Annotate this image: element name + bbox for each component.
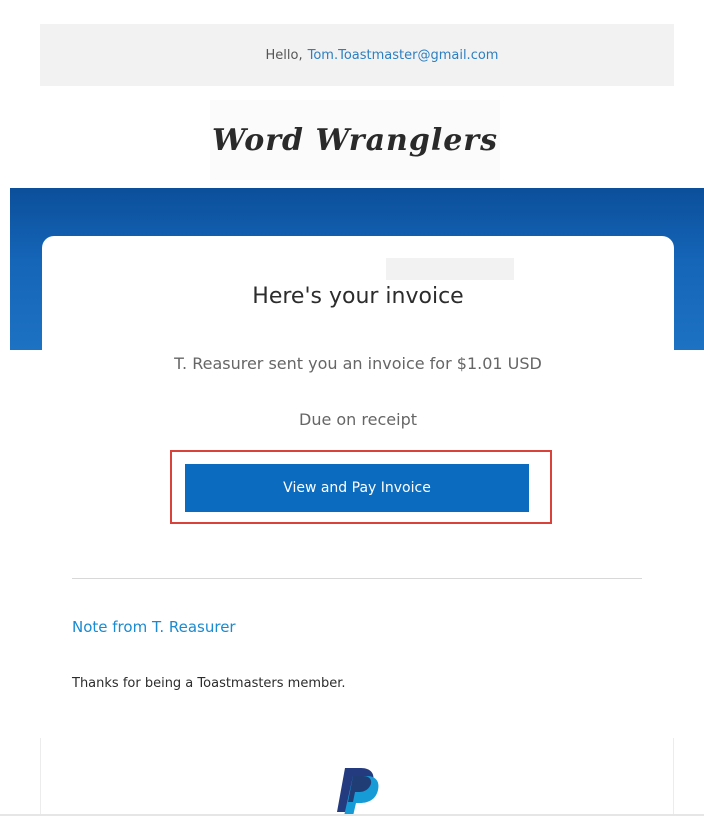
- invoice-summary: T. Reasurer sent you an invoice for $1.0…: [174, 354, 542, 373]
- greeting: Hello, Tom.Toastmaster@gmail.com: [40, 24, 674, 86]
- invoice-due: Due on receipt: [299, 410, 417, 429]
- greeting-prefix: Hello,: [265, 47, 303, 63]
- recipient-email-link[interactable]: Tom.Toastmaster@gmail.com: [308, 48, 499, 63]
- top-strip: [0, 0, 704, 8]
- brand-logo: Word Wranglers: [210, 100, 500, 180]
- redacted-bar: [386, 258, 514, 280]
- note-body: Thanks for being a Toastmasters member.: [72, 676, 346, 691]
- view-and-pay-invoice-button[interactable]: View and Pay Invoice: [185, 464, 529, 512]
- email-footer: [40, 738, 674, 816]
- note-heading: Note from T. Reasurer: [72, 618, 236, 636]
- invoice-title: Here's your invoice: [252, 284, 464, 309]
- email-header-bar: Hello, Tom.Toastmaster@gmail.com: [40, 24, 674, 86]
- brand-logo-text: Word Wranglers: [211, 122, 499, 158]
- paypal-logo-icon: [337, 768, 379, 816]
- section-divider: [72, 578, 642, 579]
- invoice-card: Here's your invoice T. Reasurer sent you…: [42, 236, 674, 716]
